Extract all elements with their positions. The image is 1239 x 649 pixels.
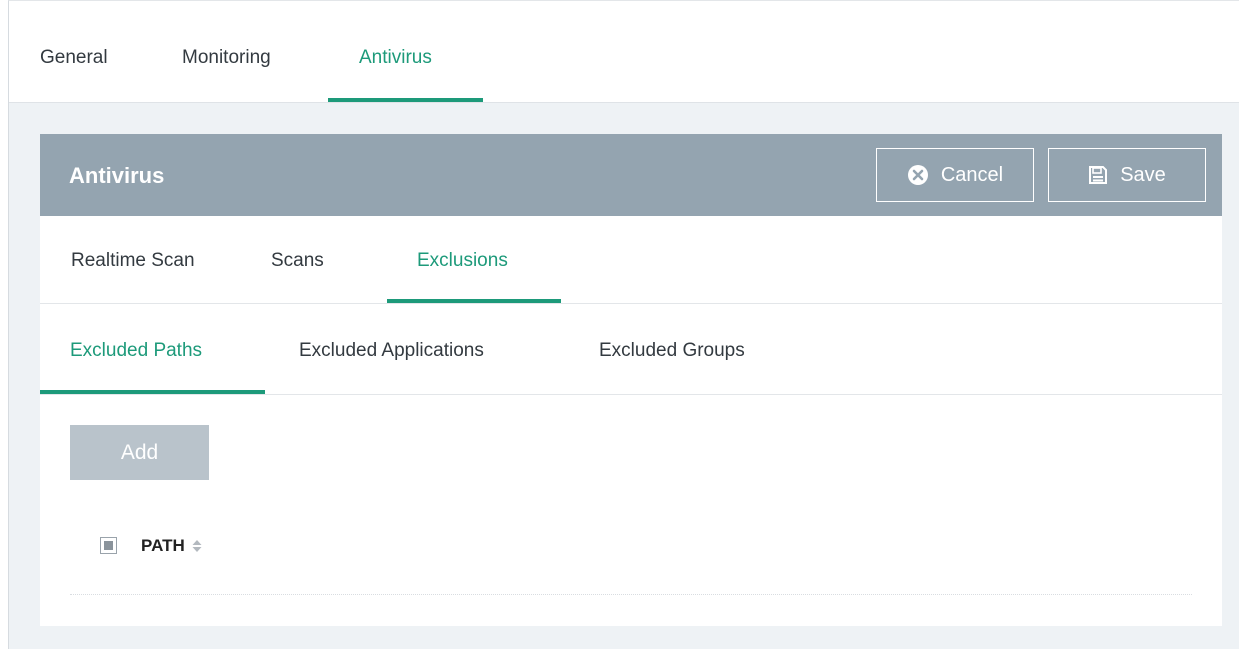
column-header-path-label: PATH [141,536,185,555]
tab-general[interactable]: General [40,47,108,69]
add-button[interactable]: Add [70,425,209,480]
section-tab-bar: Realtime Scan Scans Exclusions [40,216,1222,304]
tab-antivirus[interactable]: Antivirus [359,47,432,69]
exclusion-tab-bar: Excluded Paths Excluded Applications Exc… [40,304,1222,395]
active-exclusion-indicator [40,390,265,394]
policy-settings-frame: General Monitoring Antivirus Antivirus C… [8,0,1239,649]
tab-excluded-applications[interactable]: Excluded Applications [299,340,484,362]
cancel-label: Cancel [940,163,1004,186]
column-header-path[interactable]: PATH [141,536,203,556]
cancel-button[interactable]: Cancel [876,148,1034,202]
x-circle-icon [907,164,929,186]
select-all-checkbox[interactable] [100,537,117,554]
tab-monitoring[interactable]: Monitoring [182,47,271,69]
table-header: PATH [70,529,1192,595]
top-tab-bar: General Monitoring Antivirus [9,1,1239,103]
tab-excluded-paths[interactable]: Excluded Paths [70,340,202,362]
antivirus-panel: Antivirus Cancel Save Realtime Scan Scan… [40,134,1222,626]
panel-header: Antivirus Cancel Save [40,134,1222,216]
active-tab-indicator [328,98,483,102]
active-section-indicator [387,299,561,303]
floppy-disk-icon [1088,165,1108,185]
panel-title: Antivirus [69,163,165,188]
tab-scans[interactable]: Scans [271,250,324,272]
tab-realtime-scan[interactable]: Realtime Scan [71,250,195,272]
sort-icon [191,539,203,553]
checkbox-indeterminate-mark [104,541,113,550]
tab-exclusions[interactable]: Exclusions [417,250,508,272]
save-button[interactable]: Save [1048,148,1206,202]
tab-excluded-groups[interactable]: Excluded Groups [599,340,745,362]
save-label: Save [1120,163,1166,186]
